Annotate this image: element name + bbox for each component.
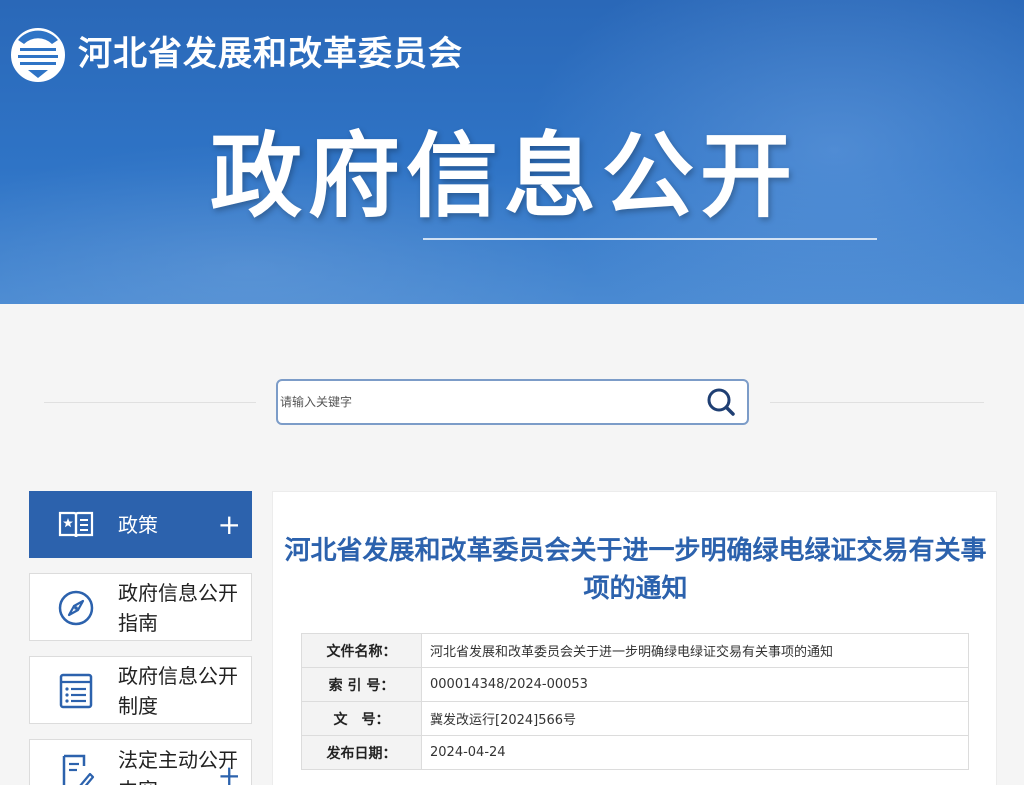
list-document-icon [59, 673, 93, 709]
sidebar-item-legal-content[interactable]: 法定主动公开内容 + [29, 739, 252, 785]
meta-value: 河北省发展和改革委员会关于进一步明确绿电绿证交易有关事项的通知 [421, 633, 969, 668]
hebei-ndrc-logo-icon[interactable] [6, 26, 70, 84]
sidebar-item-label: 政府信息公开制度 [118, 664, 238, 718]
document-meta-table: 文件名称： 河北省发展和改革委员会关于进一步明确绿电绿证交易有关事项的通知 索 … [301, 633, 969, 770]
meta-key: 文件名称： [301, 633, 422, 668]
document-title: 河北省发展和改革委员会关于进一步明确绿电绿证交易有关事项的通知 [284, 536, 987, 604]
header-banner: 河北省发展和改革委员会 政府信息公开 [0, 0, 1024, 304]
sidebar-item-label: 政府信息公开指南 [118, 581, 238, 635]
search-input[interactable] [278, 381, 698, 423]
table-row: 文 号： 冀发改运行[2024]566号 [301, 701, 969, 736]
sidebar-item-policy[interactable]: 政策 + [29, 491, 252, 558]
compass-icon [58, 590, 94, 626]
policy-book-icon [58, 511, 94, 538]
search-icon[interactable] [705, 387, 737, 417]
sidebar-item-guide[interactable]: 政府信息公开指南 [29, 573, 252, 641]
expand-plus-icon[interactable]: + [218, 511, 241, 539]
title-underline [423, 238, 877, 240]
org-name[interactable]: 河北省发展和改革委员会 [78, 32, 463, 76]
search-divider-right [770, 402, 984, 403]
edit-document-icon [62, 754, 95, 785]
meta-value: 000014348/2024-00053 [421, 667, 969, 702]
expand-plus-icon[interactable]: + [218, 762, 241, 785]
section-title: 政府信息公开 [210, 123, 799, 230]
table-row: 索 引 号： 000014348/2024-00053 [301, 667, 969, 702]
table-row: 发布日期： 2024-04-24 [301, 735, 969, 770]
table-row: 文件名称： 河北省发展和改革委员会关于进一步明确绿电绿证交易有关事项的通知 [301, 633, 969, 668]
meta-key: 文 号： [301, 701, 422, 736]
sidebar-item-system[interactable]: 政府信息公开制度 [29, 656, 252, 724]
meta-key: 索 引 号： [301, 667, 422, 702]
document-panel: 河北省发展和改革委员会关于进一步明确绿电绿证交易有关事项的通知 文件名称： 河北… [272, 491, 997, 785]
meta-value: 2024-04-24 [421, 735, 969, 770]
meta-value: 冀发改运行[2024]566号 [421, 701, 969, 736]
search-divider-left [44, 402, 256, 403]
meta-key: 发布日期： [301, 735, 422, 770]
search-box [276, 379, 749, 425]
sidebar-item-label: 政策 [118, 513, 158, 537]
